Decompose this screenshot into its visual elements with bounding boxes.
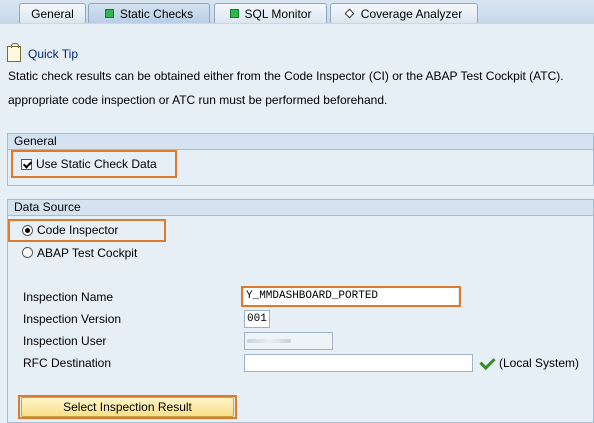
tab-strip: General Static Checks SQL Monitor Covera… <box>0 0 594 24</box>
rfc-destination-label: RFC Destination <box>23 356 112 370</box>
tab-general[interactable]: General <box>19 3 86 23</box>
tab-sql-monitor[interactable]: SQL Monitor <box>214 3 327 23</box>
quick-tip-text-line2: appropriate code inspection or ATC run m… <box>8 93 388 107</box>
diamond-icon <box>344 8 355 19</box>
green-square-icon <box>229 9 239 18</box>
inspection-name-label: Inspection Name <box>23 290 114 304</box>
tab-static-checks[interactable]: Static Checks <box>88 3 210 23</box>
tab-static-checks-label: Static Checks <box>119 6 194 21</box>
tab-coverage-analyzer[interactable]: Coverage Analyzer <box>330 3 478 23</box>
use-static-check-checkbox[interactable] <box>21 159 32 170</box>
green-square-icon <box>104 9 114 18</box>
inspection-version-input[interactable]: 001 <box>244 310 270 328</box>
code-inspector-label: Code Inspector <box>37 223 119 237</box>
general-group-title: General <box>8 134 593 150</box>
inspection-name-input[interactable]: Y_MMDASHBOARD_PORTED <box>244 288 458 305</box>
redacted-value <box>247 339 291 343</box>
code-inspector-radio[interactable] <box>22 225 33 236</box>
select-inspection-result-button[interactable]: Select Inspection Result <box>21 397 234 417</box>
quick-tip-link[interactable]: Quick Tip <box>28 47 78 61</box>
inspection-version-label: Inspection Version <box>23 312 122 326</box>
use-static-check-label: Use Static Check Data <box>36 157 157 171</box>
tab-sql-monitor-label: SQL Monitor <box>244 6 312 21</box>
quick-tip-icon <box>7 43 21 62</box>
data-source-group-title: Data Source <box>8 200 593 216</box>
select-inspection-result-label: Select Inspection Result <box>63 400 192 414</box>
abap-test-cockpit-label: ABAP Test Cockpit <box>37 246 138 260</box>
abap-test-cockpit-radio[interactable] <box>22 247 33 258</box>
rfc-destination-input[interactable] <box>244 354 473 372</box>
quick-tip-text-line1: Static check results can be obtained eit… <box>8 69 564 83</box>
inspection-user-input[interactable] <box>244 332 333 350</box>
inspection-user-label: Inspection User <box>23 334 107 348</box>
rfc-destination-status: (Local System) <box>499 356 580 370</box>
tab-general-label: General <box>31 6 74 21</box>
tab-coverage-analyzer-label: Coverage Analyzer <box>360 6 463 21</box>
